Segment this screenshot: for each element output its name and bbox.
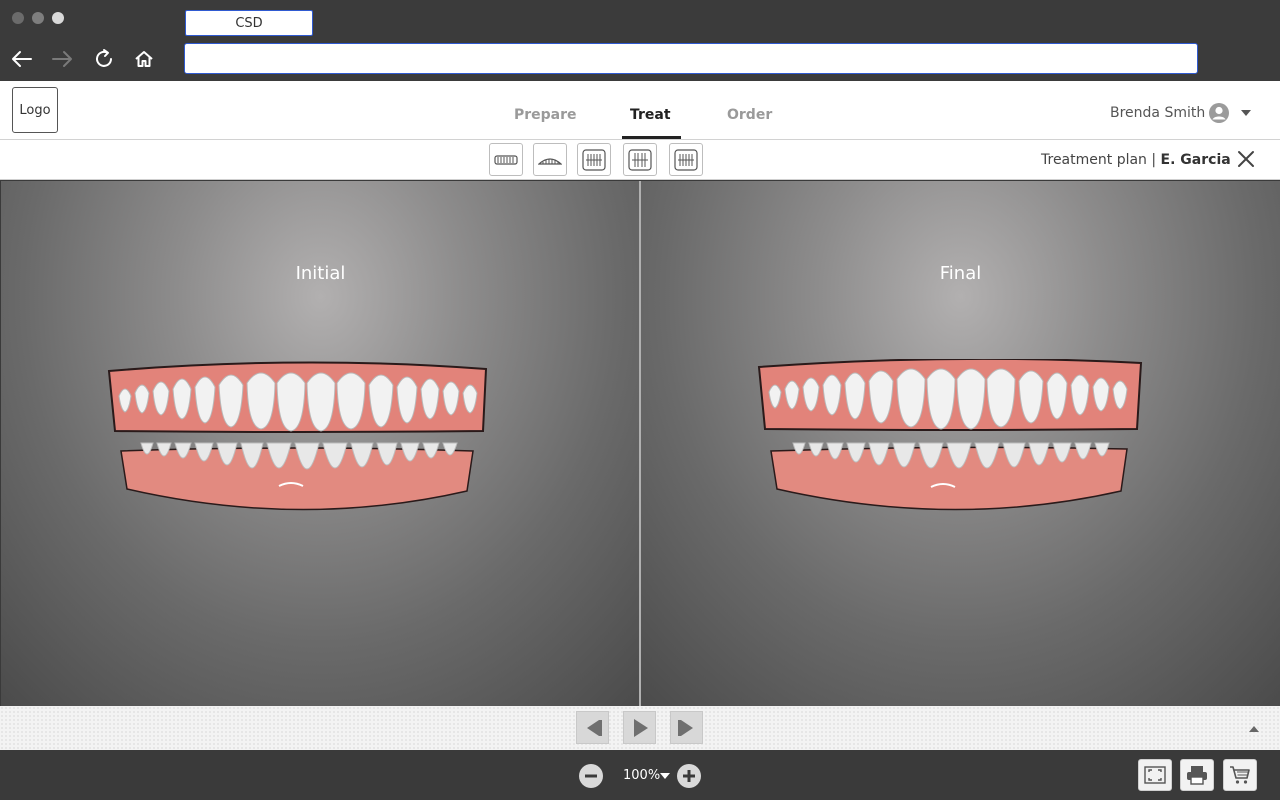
view-toolbar: Treatment plan | E. Garcia [0, 140, 1280, 180]
fit-screen-icon [1144, 766, 1166, 784]
step-back-icon [586, 719, 602, 736]
zoom-dropdown-icon[interactable] [660, 772, 670, 780]
address-bar[interactable] [184, 43, 1198, 74]
forward-button[interactable] [49, 46, 75, 72]
initial-dental-model[interactable] [101, 361, 501, 521]
left-side-view-icon [582, 148, 606, 171]
zoom-out-button[interactable] [579, 764, 603, 788]
plus-icon [683, 770, 695, 782]
cart-button[interactable] [1223, 759, 1257, 791]
arrow-right-icon [52, 51, 72, 67]
printer-icon [1187, 766, 1207, 785]
play-button[interactable] [623, 711, 656, 744]
final-viewport[interactable]: Final [641, 181, 1280, 706]
zoom-in-button[interactable] [677, 764, 701, 788]
treatment-plan-label: Treatment plan | E. Garcia [1041, 152, 1231, 168]
reload-icon [96, 49, 112, 67]
view-upper-button[interactable] [489, 143, 523, 176]
view-lower-button[interactable] [533, 143, 567, 176]
fit-to-screen-button[interactable] [1138, 759, 1172, 791]
tab-prepare[interactable]: Prepare [514, 107, 577, 123]
home-button[interactable] [131, 46, 157, 72]
patient-name: E. Garcia [1160, 152, 1231, 168]
view-right-button[interactable] [669, 143, 703, 176]
view-left-button[interactable] [577, 143, 611, 176]
window-minimize-dot[interactable] [32, 12, 44, 24]
window-close-dot[interactable] [12, 12, 24, 24]
chevron-down-icon[interactable] [1240, 108, 1252, 118]
app-header: Logo Prepare Treat Order Brenda Smith [0, 81, 1280, 140]
logo: Logo [12, 87, 58, 133]
chevron-up-icon[interactable] [1248, 724, 1260, 734]
tab-order[interactable]: Order [727, 107, 772, 123]
back-button[interactable] [9, 46, 35, 72]
browser-tab[interactable]: CSD [185, 10, 313, 36]
arrow-left-icon [12, 51, 32, 67]
shopping-cart-icon [1230, 766, 1250, 784]
initial-viewport[interactable]: Initial [1, 181, 640, 706]
initial-label: Initial [295, 263, 346, 284]
playback-bar [0, 706, 1280, 750]
print-button[interactable] [1180, 759, 1214, 791]
treatment-plan-prefix: Treatment plan | [1041, 152, 1161, 168]
view-front-button[interactable] [623, 143, 657, 176]
zoom-level[interactable]: 100% [623, 768, 660, 783]
active-tab-indicator [622, 136, 681, 139]
play-icon [633, 718, 648, 737]
upper-jaw-view-icon [494, 154, 518, 165]
step-forward-icon [677, 719, 693, 736]
lower-jaw-view-icon [538, 157, 562, 165]
window-maximize-dot[interactable] [52, 12, 64, 24]
home-icon [135, 51, 153, 67]
user-avatar-icon[interactable] [1208, 102, 1230, 124]
final-dental-model[interactable] [753, 359, 1153, 519]
step-back-button[interactable] [576, 711, 609, 744]
tab-treat[interactable]: Treat [630, 107, 671, 123]
user-name[interactable]: Brenda Smith [1110, 105, 1205, 121]
reload-button[interactable] [91, 46, 117, 72]
browser-chrome: CSD [0, 0, 1280, 81]
step-forward-button[interactable] [670, 711, 703, 744]
front-view-icon [628, 148, 652, 171]
minus-icon [585, 774, 597, 778]
bottom-bar: 100% [0, 750, 1280, 800]
right-side-view-icon [674, 148, 698, 171]
close-icon[interactable] [1236, 149, 1256, 169]
final-label: Final [939, 263, 982, 284]
